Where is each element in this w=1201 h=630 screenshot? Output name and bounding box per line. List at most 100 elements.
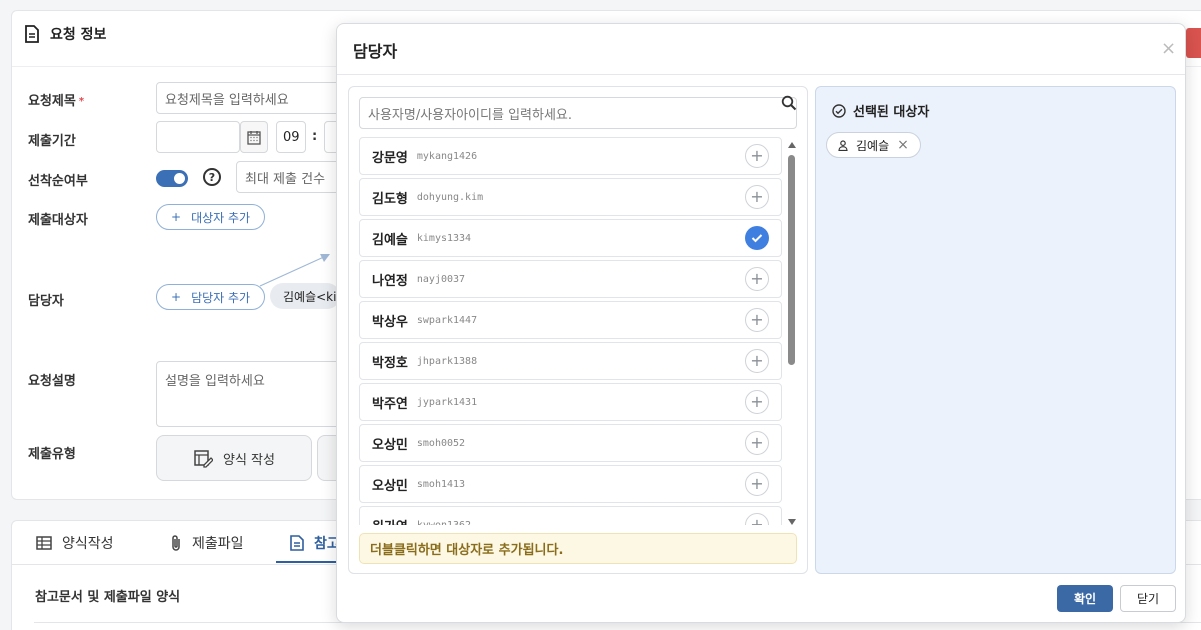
user-id: swpark1447 [416,314,478,326]
scroll-thumb[interactable] [788,155,795,365]
user-row[interactable]: 원가연 kywon1362 + [359,506,782,525]
user-name: 원가연 [372,516,408,526]
reference-section-title: 참고문서 및 제출파일 양식 [35,590,181,605]
user-row[interactable]: 박상우 swpark1447 + [359,301,782,339]
card-header: 요청 정보 [24,24,106,44]
time-colon: : [312,129,318,144]
calendar-icon[interactable] [240,121,268,153]
active-tab-indicator [276,561,336,563]
red-side-tab[interactable] [1186,28,1201,58]
selected-chip: 김예슬 × [826,132,921,158]
close-icon[interactable]: × [1161,38,1176,59]
table-icon [36,536,52,550]
required-mark: * [78,96,85,107]
user-row[interactable]: 오상민 smoh0052 + [359,424,782,462]
desc-label: 요청설명 [28,374,76,389]
first-come-toggle[interactable] [156,170,188,187]
selected-title-label: 선택된 대상자 [853,105,930,120]
document-icon [25,25,39,43]
user-list-panel: 사용자명/사용자아이디를 입력하세요. 강문영 mykang1426 + 김도형 doh… [348,86,808,574]
scroll-up-icon[interactable] [788,142,796,148]
add-icon[interactable]: + [745,185,769,209]
scroll-down-icon[interactable] [788,519,796,525]
check-icon[interactable] [745,226,769,250]
target-label: 제출대상자 [28,213,88,228]
search-icon[interactable] [781,95,797,111]
manager-chip: 김예슬<kimys1334> [270,283,340,309]
manager-label: 담당자 [28,294,64,309]
tab-form-write[interactable]: 양식작성 [36,533,114,553]
user-id: mykang1426 [416,150,478,162]
user-row[interactable]: 오상민 smoh1413 + [359,465,782,503]
add-icon[interactable]: + [745,390,769,414]
user-row[interactable]: 김예슬 kimys1334 [359,219,782,257]
user-id: smoh1413 [416,478,466,490]
add-icon[interactable]: + [745,144,769,168]
period-label: 제출기간 [28,134,76,149]
user-name: 박상우 [372,314,408,330]
hour-select[interactable]: 09 [276,121,306,153]
user-search-input[interactable]: 사용자명/사용자아이디를 입력하세요. [359,97,797,129]
user-name: 오상민 [372,437,408,453]
user-name: 박정호 [372,355,408,371]
add-icon[interactable]: + [745,267,769,291]
add-icon[interactable]: + [745,308,769,332]
user-row[interactable]: 김도형 dohyung.kim + [359,178,782,216]
plus-icon: + [171,210,182,224]
help-icon[interactable]: ? [203,168,221,186]
user-name: 박주연 [372,396,408,412]
max-count-input[interactable]: 최대 제출 건수 [236,161,346,193]
selected-title: 선택된 대상자 [832,101,929,120]
user-id: dohyung.kim [416,191,484,203]
check-circle-icon [832,103,846,118]
user-id: kimys1334 [416,232,472,244]
tab-label: 양식작성 [62,536,114,552]
remove-icon[interactable]: × [897,137,909,153]
list-scrollbar[interactable] [787,137,797,525]
user-id: nayj0037 [416,273,466,285]
user-name: 김예슬 [372,232,408,248]
user-name: 강문영 [372,150,408,166]
document-icon [290,535,304,551]
add-target-button[interactable]: + 대상자 추가 [156,204,266,230]
user-name: 김도형 [372,191,408,207]
confirm-button[interactable]: 확인 [1057,585,1113,612]
divider [337,74,1185,75]
hint-message: 더블클릭하면 대상자로 추가됩니다. [359,533,797,564]
add-icon[interactable]: + [745,349,769,373]
add-icon[interactable]: + [745,472,769,496]
user-name: 나연정 [372,273,408,289]
user-id: smoh0052 [416,437,466,449]
add-manager-label: 담당자 추가 [191,290,251,305]
type-label: 제출유형 [28,447,76,462]
selected-panel: 선택된 대상자 김예슬 × [815,86,1176,574]
user-id: jypark1431 [416,396,478,408]
title-label: 요청제목 * [28,94,85,109]
user-name: 오상민 [372,478,408,494]
user-id: kywon1362 [416,519,472,526]
desc-textarea[interactable]: 설명을 입력하세요 [156,361,346,427]
paperclip-icon [172,535,180,551]
add-manager-button[interactable]: + 담당자 추가 [156,284,266,310]
add-icon[interactable]: + [745,431,769,455]
user-list: 강문영 mykang1426 + 김도형 dohyung.kim + 김예슬 kimys133… [359,137,782,525]
date-input[interactable] [156,121,240,153]
user-row[interactable]: 박정호 jhpark1388 + [359,342,782,380]
tab-reference[interactable]: 참고 [290,533,340,553]
modal-title: 담당자 [353,42,398,61]
tab-submit-file[interactable]: 제출파일 [170,533,244,553]
selected-chip-label: 김예슬 [856,138,890,153]
user-row[interactable]: 나연정 nayj0037 + [359,260,782,298]
add-icon[interactable]: + [745,513,769,525]
section-title: 요청 정보 [50,27,107,43]
user-row[interactable]: 강문영 mykang1426 + [359,137,782,175]
first-come-label: 선착순여부 [28,174,88,189]
user-row[interactable]: 박주연 jypark1431 + [359,383,782,421]
tab-label: 제출파일 [192,536,244,552]
title-input[interactable]: 요청제목을 입력하세요 [156,82,346,114]
type-form-label: 양식 작성 [223,452,275,468]
form-edit-icon [194,450,213,468]
close-button[interactable]: 닫기 [1120,585,1176,612]
type-form-button[interactable]: 양식 작성 [156,435,312,481]
manager-modal: 담당자 × 사용자명/사용자아이디를 입력하세요. 강문영 mykang1426 +… [336,23,1186,623]
